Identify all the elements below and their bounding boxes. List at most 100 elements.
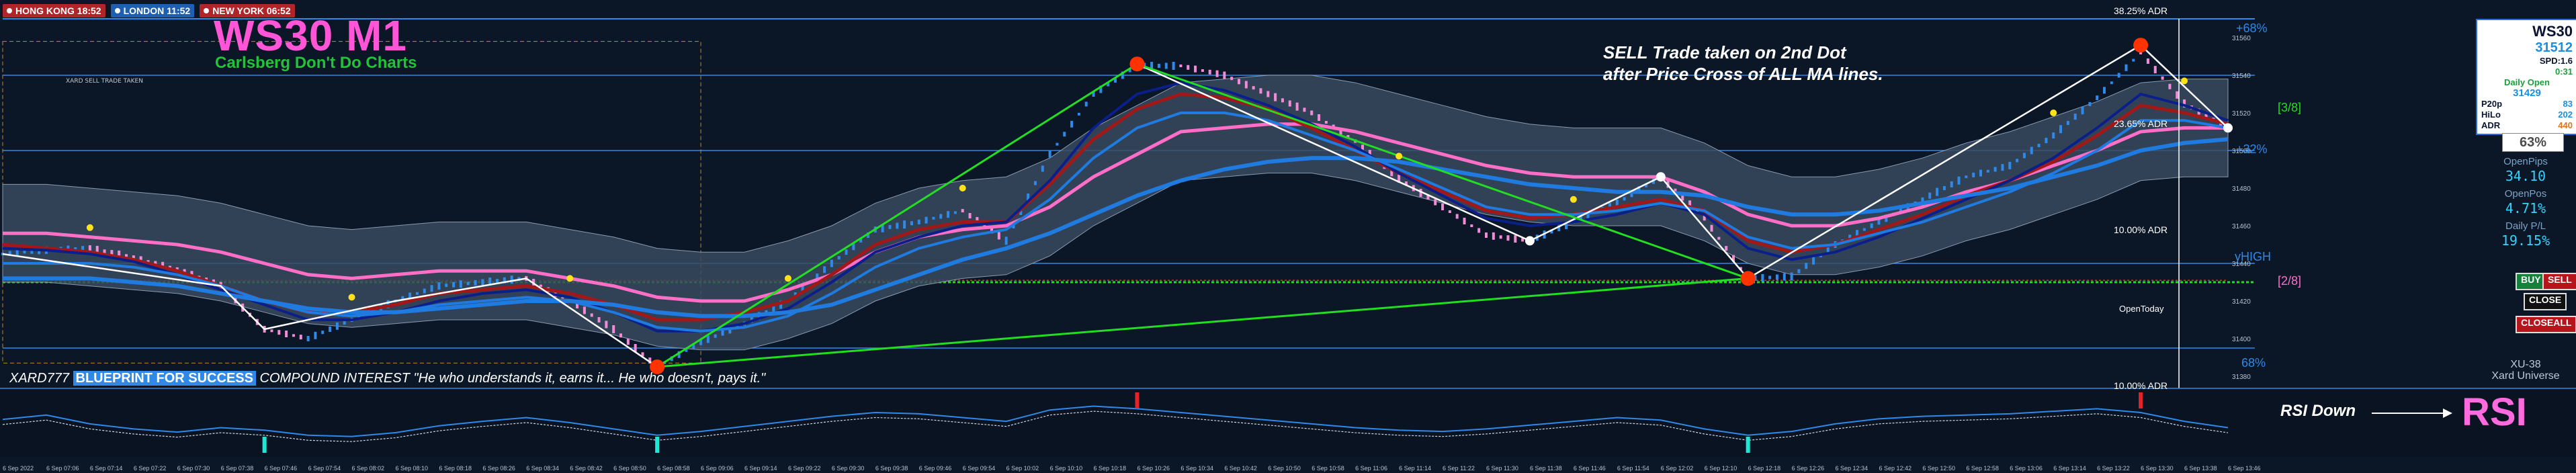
time-tick-label: 6 Sep 10:18 bbox=[1094, 465, 1127, 472]
time-tick-label: 6 Sep 08:02 bbox=[352, 465, 385, 472]
panel-timer-row: 0:31 bbox=[2481, 67, 2573, 77]
candle bbox=[314, 331, 317, 339]
candle bbox=[903, 220, 906, 229]
candle bbox=[1448, 210, 1451, 213]
candle bbox=[2110, 81, 2113, 85]
sell-button[interactable]: SELL bbox=[2542, 273, 2576, 290]
swing-marker bbox=[2133, 38, 2149, 53]
candle bbox=[1710, 224, 1713, 232]
signal-dot bbox=[784, 275, 791, 282]
time-tick-label: 6 Sep 08:50 bbox=[613, 465, 646, 472]
adr-mid-label: 23.65% ADR bbox=[2114, 118, 2168, 129]
candle bbox=[1244, 81, 1248, 89]
candle bbox=[1252, 86, 1255, 90]
candle bbox=[459, 280, 462, 288]
time-tick-label: 6 Sep 07:38 bbox=[221, 465, 254, 472]
price-tick-label: 31460 bbox=[2232, 223, 2251, 230]
time-tick-label: 6 Sep 09:38 bbox=[875, 465, 908, 472]
panel-p20p: 83 bbox=[2563, 99, 2573, 109]
candle bbox=[2030, 146, 2033, 155]
candle bbox=[1318, 114, 1321, 121]
candle bbox=[1084, 101, 1088, 107]
trade-annotation: SELL Trade taken on 2nd Dot after Price … bbox=[1603, 42, 1883, 85]
time-tick-label: 6 Sep 08:18 bbox=[439, 465, 472, 472]
candle bbox=[626, 339, 630, 345]
candle bbox=[612, 325, 615, 333]
panel-price: 31512 bbox=[2535, 40, 2573, 55]
time-tick-label: 6 Sep 13:22 bbox=[2097, 465, 2130, 472]
open-pips-label: OpenPips bbox=[2503, 156, 2548, 167]
signal-dot bbox=[86, 224, 93, 231]
open-pos-value: 4.71% bbox=[2505, 200, 2546, 216]
daily-pl-label: Daily P/L bbox=[2505, 220, 2546, 232]
time-tick-label: 6 Sep 07:54 bbox=[308, 465, 341, 472]
candle bbox=[1790, 272, 1793, 281]
candle bbox=[2124, 64, 2128, 71]
panel-daily-open-label: Daily Open bbox=[2504, 77, 2550, 87]
time-tick-label: 6 Sep 07:22 bbox=[134, 465, 167, 472]
candle bbox=[306, 336, 310, 341]
open-pips-value: 34.10 bbox=[2505, 168, 2546, 184]
candle bbox=[292, 334, 295, 337]
candle bbox=[2016, 159, 2019, 163]
time-tick-label: 6 Sep 09:14 bbox=[744, 465, 777, 472]
time-tick-label: 6 Sep 13:14 bbox=[2053, 465, 2086, 472]
candle bbox=[1324, 121, 1328, 124]
open-today-label: OpenToday bbox=[2119, 304, 2164, 314]
brand-line-1: XU-38 bbox=[2510, 359, 2541, 370]
candle bbox=[1870, 223, 1873, 228]
close-button[interactable]: CLOSE bbox=[2524, 293, 2567, 310]
candle bbox=[830, 259, 833, 267]
time-tick-label: 6 Sep 10:58 bbox=[1312, 465, 1344, 472]
candle bbox=[1470, 224, 1473, 227]
candle bbox=[1993, 167, 1997, 172]
candle bbox=[910, 221, 913, 226]
time-tick-label: 6 Sep 12:42 bbox=[1879, 465, 1912, 472]
time-tick-label: 6 Sep 10:10 bbox=[1050, 465, 1083, 472]
candle bbox=[1303, 108, 1306, 112]
annotation-line-1: SELL Trade taken on 2nd Dot bbox=[1603, 42, 1846, 62]
candle bbox=[714, 334, 717, 338]
candle bbox=[1056, 142, 1059, 146]
candle bbox=[1506, 235, 1510, 241]
candle bbox=[2059, 125, 2063, 134]
candle bbox=[1950, 181, 1953, 187]
rsi-marker bbox=[1135, 392, 1140, 408]
candle bbox=[1208, 69, 1211, 75]
price-tick-label: 31400 bbox=[2232, 336, 2251, 343]
candle bbox=[2052, 132, 2055, 139]
footer-text: COMPOUND INTEREST "He who understands it… bbox=[259, 371, 766, 386]
candle bbox=[15, 249, 19, 257]
candle bbox=[2066, 120, 2069, 125]
candle bbox=[706, 335, 710, 343]
fraction-28-label: [2/8] bbox=[2278, 274, 2302, 288]
rsi-marker bbox=[262, 437, 267, 453]
signal-dot bbox=[1396, 153, 1403, 160]
time-tick-label: 6 Sep 08:10 bbox=[395, 465, 428, 472]
time-tick-label: 6 Sep 11:14 bbox=[1399, 465, 1431, 472]
candle bbox=[2161, 76, 2164, 80]
time-tick-label: 6 Sep 08:34 bbox=[526, 465, 559, 472]
signal-dot bbox=[566, 275, 574, 282]
candle bbox=[481, 279, 484, 286]
time-tick-label: 6 Sep 07:46 bbox=[265, 465, 298, 472]
daily-pl-value: 19.15% bbox=[2501, 232, 2550, 249]
candle bbox=[968, 213, 972, 219]
buy-button[interactable]: BUY bbox=[2516, 273, 2546, 290]
candle bbox=[917, 219, 920, 224]
candle bbox=[823, 266, 826, 273]
candle bbox=[343, 321, 346, 325]
time-tick-label: 6 Sep 07:06 bbox=[46, 465, 79, 472]
candle bbox=[1274, 93, 1277, 101]
candle bbox=[939, 214, 943, 219]
time-tick-label: 6 Sep 11:46 bbox=[1574, 465, 1606, 472]
time-tick-label: 6 Sep 10:42 bbox=[1224, 465, 1257, 472]
candle bbox=[1979, 169, 1982, 177]
time-tick-label: 6 Sep 08:42 bbox=[570, 465, 603, 472]
candle bbox=[1986, 169, 1989, 173]
candle bbox=[2001, 164, 2004, 171]
candle bbox=[1623, 197, 1626, 201]
candle bbox=[1942, 186, 1946, 190]
price-tick-label: 31480 bbox=[2232, 185, 2251, 193]
close-all-button[interactable]: CLOSEALL bbox=[2516, 316, 2576, 333]
